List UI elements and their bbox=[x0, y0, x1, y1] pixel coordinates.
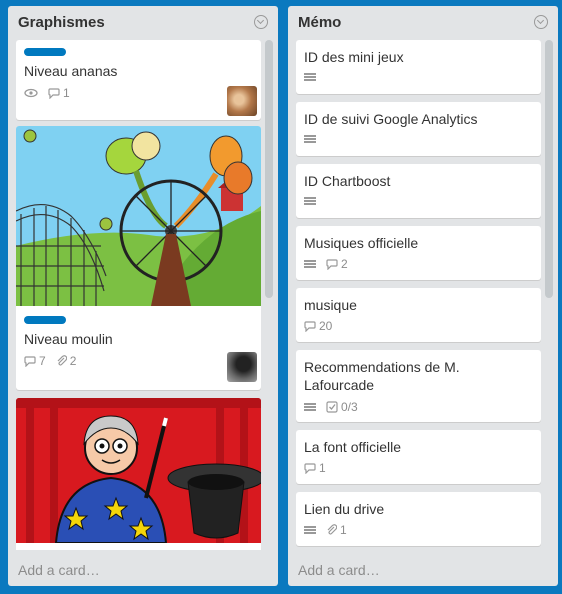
card-lien-du-drive[interactable]: Lien du drive 1 bbox=[296, 492, 541, 546]
card-badges bbox=[304, 134, 316, 144]
card-title: Musiques officielle bbox=[304, 235, 419, 251]
comments-count: 1 bbox=[63, 86, 70, 100]
description-icon bbox=[304, 134, 316, 144]
checklist-icon bbox=[326, 401, 338, 413]
card-title: Niveau moulin bbox=[24, 331, 113, 347]
eye-icon bbox=[24, 88, 38, 98]
attachments-badge: 2 bbox=[56, 354, 77, 368]
add-card-link[interactable]: Add a card… bbox=[18, 562, 100, 578]
checklist-count: 0/3 bbox=[341, 400, 358, 414]
list-menu-chevron-icon[interactable] bbox=[534, 15, 548, 29]
ferris-wheel-illustration bbox=[16, 126, 261, 306]
paperclip-icon bbox=[57, 355, 67, 366]
cat-avatar[interactable] bbox=[227, 86, 257, 116]
label-blue bbox=[24, 316, 66, 324]
card-recommendations[interactable]: Recommendations de M. Lafourcade 0/3 bbox=[296, 350, 541, 422]
comments-badge: 7 bbox=[24, 354, 46, 368]
card-title: Niveau ananas bbox=[24, 63, 118, 79]
card-title: Recommendations de M. Lafourcade bbox=[304, 359, 460, 393]
card-musiques-officielle[interactable]: Musiques officielle 2 bbox=[296, 226, 541, 280]
description-icon bbox=[304, 402, 316, 412]
card-musique[interactable]: musique 20 bbox=[296, 288, 541, 342]
comment-icon bbox=[304, 462, 316, 474]
list-header: Mémo bbox=[288, 6, 558, 38]
comments-count: 20 bbox=[319, 319, 333, 333]
checklist-badge: 0/3 bbox=[326, 400, 358, 414]
card-badges: 1 bbox=[304, 523, 347, 537]
comment-icon bbox=[304, 320, 316, 332]
list-cards: ID des mini jeux ID de suivi Google Anal… bbox=[296, 40, 541, 550]
silhouette-avatar[interactable] bbox=[227, 352, 257, 382]
description-icon bbox=[304, 259, 316, 269]
attachments-count: 2 bbox=[69, 354, 77, 368]
comment-icon bbox=[326, 258, 338, 270]
magician-illustration bbox=[16, 398, 261, 543]
list-menu-chevron-icon[interactable] bbox=[254, 15, 268, 29]
list-title[interactable]: Mémo bbox=[298, 14, 341, 31]
card-badges bbox=[304, 196, 316, 206]
card-niveau-ananas[interactable]: Niveau ananas 1 bbox=[16, 40, 261, 120]
card-title: ID de suivi Google Analytics bbox=[304, 111, 478, 127]
card-badges: 20 bbox=[304, 319, 332, 333]
comments-badge: 1 bbox=[304, 461, 326, 475]
list-header: Graphismes bbox=[8, 6, 278, 38]
card-badges bbox=[304, 72, 316, 82]
add-card-link[interactable]: Add a card… bbox=[298, 562, 380, 578]
list-graphismes: Graphismes Niveau ananas 1 Niveau moulin… bbox=[8, 6, 278, 586]
attachments-badge: 1 bbox=[326, 523, 347, 537]
comments-count: 1 bbox=[319, 461, 326, 475]
card-title: Lien du drive bbox=[304, 501, 385, 517]
paperclip-icon bbox=[327, 524, 337, 535]
card-id-chartboost[interactable]: ID Chartboost bbox=[296, 164, 541, 218]
comments-badge: 20 bbox=[304, 319, 332, 333]
attachments-count: 1 bbox=[340, 523, 347, 537]
card-title: musique bbox=[304, 297, 357, 313]
card-badges: 0/3 bbox=[304, 400, 358, 414]
list-memo: Mémo ID des mini jeux ID de suivi Google… bbox=[288, 6, 558, 586]
card-badges: 7 2 bbox=[24, 354, 76, 368]
card-title: ID des mini jeux bbox=[304, 49, 404, 65]
list-scrollbar[interactable] bbox=[265, 40, 273, 298]
comments-count: 7 bbox=[39, 354, 46, 368]
comment-icon bbox=[24, 355, 36, 367]
label-blue bbox=[24, 48, 66, 56]
comments-badge: 2 bbox=[326, 257, 348, 271]
description-icon bbox=[304, 525, 316, 535]
watch-badge bbox=[24, 88, 38, 98]
card-magician[interactable] bbox=[16, 398, 261, 550]
card-badges: 1 bbox=[304, 461, 326, 475]
card-niveau-moulin[interactable]: Niveau moulin 7 2 bbox=[16, 126, 261, 390]
card-title: ID Chartboost bbox=[304, 173, 391, 189]
description-icon bbox=[304, 72, 316, 82]
list-cards: Niveau ananas 1 Niveau moulin 7 2 bbox=[16, 40, 261, 550]
card-title: La font officielle bbox=[304, 439, 402, 455]
card-badges: 1 bbox=[24, 86, 70, 100]
card-badges: 2 bbox=[304, 257, 348, 271]
card-id-google-analytics[interactable]: ID de suivi Google Analytics bbox=[296, 102, 541, 156]
comments-badge: 1 bbox=[48, 86, 70, 100]
card-la-font-officielle[interactable]: La font officielle 1 bbox=[296, 430, 541, 484]
description-icon bbox=[304, 196, 316, 206]
comment-icon bbox=[48, 87, 60, 99]
card-id-mini-jeux[interactable]: ID des mini jeux bbox=[296, 40, 541, 94]
comments-count: 2 bbox=[341, 257, 348, 271]
list-scrollbar[interactable] bbox=[545, 40, 553, 298]
list-title[interactable]: Graphismes bbox=[18, 14, 105, 31]
